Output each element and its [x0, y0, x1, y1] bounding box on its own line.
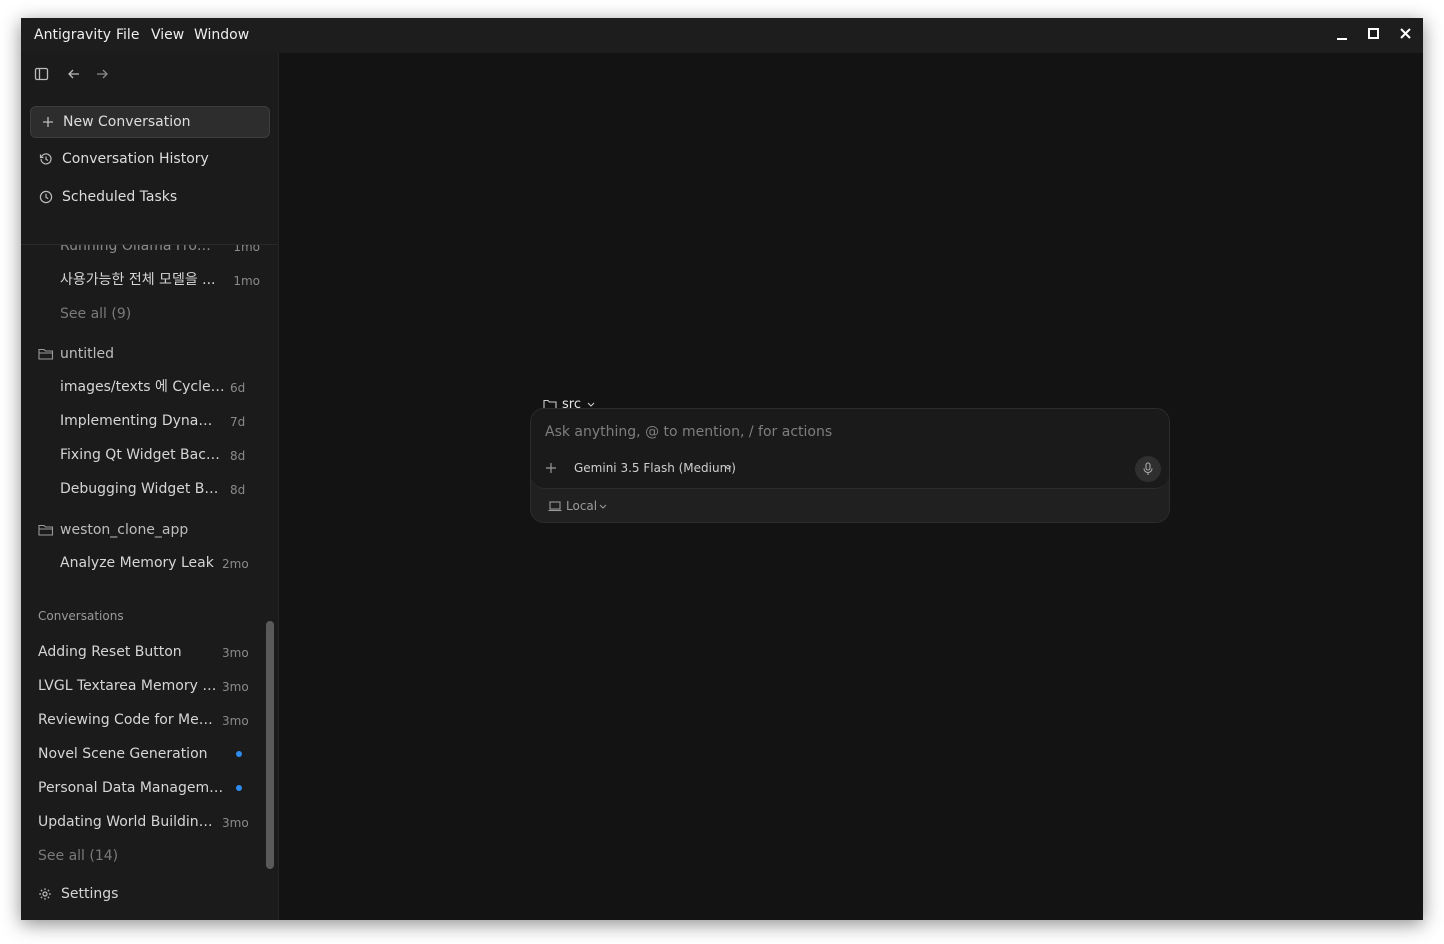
new-conversation-label: New Conversation [63, 114, 191, 130]
back-arrow-icon[interactable] [66, 66, 82, 82]
list-item[interactable]: Implementing Dynamic ... 7d [60, 409, 270, 433]
conversation-item[interactable]: Personal Data Managemen... [38, 776, 268, 800]
conversation-item[interactable]: Reviewing Code for Mem... 3mo [38, 708, 268, 732]
add-attachment-icon[interactable] [545, 462, 557, 474]
voice-input-button[interactable] [1135, 456, 1161, 482]
list-item[interactable]: Debugging Widget Back... 8d [60, 477, 270, 501]
sidebar: New Conversation Conversation History Sc… [21, 53, 279, 920]
minimize-button[interactable] [1332, 25, 1352, 45]
main-panel: src Gemini 3.5 Flash (Medium) [279, 53, 1423, 920]
workspace-folder-weston-clone-app[interactable]: weston_clone_app [38, 518, 238, 542]
conversation-item[interactable]: LVGL Textarea Memory Leak 3mo [38, 674, 268, 698]
prompt-input[interactable] [543, 419, 1107, 445]
list-item[interactable]: 사용가능한 전체 모델을 ... 1mo [60, 268, 270, 292]
list-item[interactable]: images/texts 에 CycleSe... 6d [60, 375, 270, 399]
minimize-icon [1337, 38, 1347, 40]
unread-indicator [236, 751, 242, 757]
list-item[interactable]: Analyze Memory Leak 2mo [60, 551, 270, 575]
settings-label: Settings [61, 886, 119, 902]
composer: Gemini 3.5 Flash (Medium) Lo [530, 408, 1170, 523]
plus-icon [43, 117, 53, 127]
laptop-icon [548, 501, 562, 512]
model-name: Gemini 3.5 Flash (Medium) [574, 461, 736, 475]
view-menu[interactable]: View [151, 18, 184, 53]
history-icon [39, 153, 52, 165]
window-menu[interactable]: Window [194, 18, 249, 53]
list-item[interactable]: Running Ollama From... 1mo [60, 245, 270, 258]
maximize-button[interactable] [1364, 25, 1384, 45]
close-icon [1400, 28, 1411, 39]
maximize-icon [1368, 28, 1379, 39]
conversations-section-label: Conversations [38, 609, 124, 623]
new-conversation-button[interactable]: New Conversation [30, 106, 270, 138]
model-selector[interactable]: Gemini 3.5 Flash (Medium) [574, 458, 736, 478]
folder-icon [38, 348, 54, 360]
list-item[interactable]: Fixing Qt Widget Backg... 8d [60, 443, 270, 467]
app-window: Antigravity File View Window New Convers… [21, 18, 1423, 920]
title-bar: Antigravity File View Window [21, 18, 1423, 53]
sidebar-scrollbar-thumb[interactable] [266, 621, 274, 869]
clock-icon [39, 190, 53, 204]
close-button[interactable] [1396, 25, 1416, 45]
app-name-menu[interactable]: Antigravity [34, 18, 111, 53]
sidebar-scroll-list[interactable]: Running Ollama From... 1mo 사용가능한 전체 모델을 … [21, 244, 278, 891]
conversation-item[interactable]: Adding Reset Button 3mo [38, 640, 268, 664]
sidebar-toggle-icon[interactable] [34, 66, 50, 82]
folder-icon [38, 524, 54, 536]
conversation-item[interactable]: Novel Scene Generation [38, 742, 268, 766]
composer-input-area: Gemini 3.5 Flash (Medium) [531, 409, 1169, 489]
forward-arrow-icon[interactable] [94, 66, 110, 82]
chevron-down-icon [724, 465, 732, 470]
gear-icon [39, 888, 51, 900]
file-menu[interactable]: File [116, 18, 139, 53]
scheduled-tasks-label: Scheduled Tasks [62, 189, 178, 205]
conversation-history-button[interactable]: Conversation History [30, 144, 270, 176]
chevron-down-icon [599, 504, 607, 509]
see-all-link[interactable]: See all (9) [60, 302, 131, 326]
conversation-item[interactable]: Updating World Building ... 3mo [38, 810, 268, 834]
unread-indicator [236, 785, 242, 791]
conversations-see-all-link[interactable]: See all (14) [38, 844, 118, 868]
scheduled-tasks-button[interactable]: Scheduled Tasks [30, 182, 270, 214]
environment-name: Local [566, 499, 598, 513]
conversation-history-label: Conversation History [62, 151, 209, 167]
microphone-icon [1143, 462, 1153, 475]
workspace-folder-untitled[interactable]: untitled [38, 342, 238, 366]
